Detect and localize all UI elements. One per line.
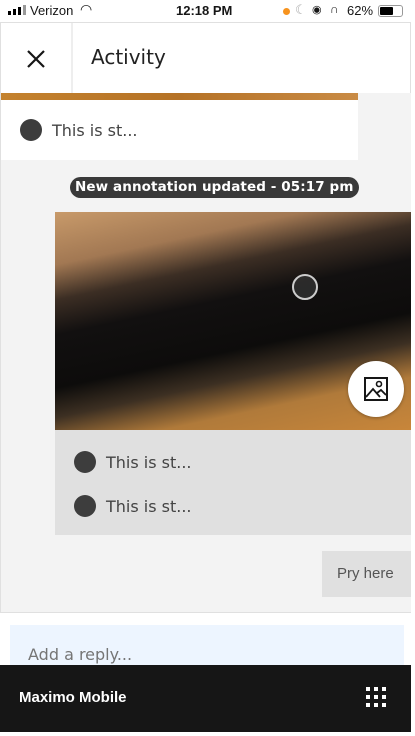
previous-image-strip: [1, 93, 358, 100]
marker-dot-icon: [74, 451, 96, 473]
annotation-list: This is st... This is st...: [55, 430, 411, 535]
annotation-item[interactable]: This is st...: [74, 495, 192, 517]
signal-icon: [8, 5, 26, 15]
reply-area: [0, 612, 411, 670]
previous-annotation-card: This is st...: [1, 100, 358, 160]
annotation-text: This is st...: [52, 120, 138, 140]
annotation-marker[interactable]: [292, 274, 318, 300]
bottom-bar: Maximo Mobile: [0, 665, 411, 732]
rotation-lock-icon: ◉: [312, 4, 322, 16]
app-switcher-grid-icon[interactable]: [366, 687, 386, 707]
close-button[interactable]: [1, 23, 73, 94]
annotation-text: This is st...: [106, 452, 192, 472]
app-name: Maximo Mobile: [19, 689, 127, 706]
image-icon: [364, 377, 388, 401]
moon-icon: ☾: [295, 2, 307, 17]
activity-feed[interactable]: This is st... New annotation updated - 0…: [0, 93, 411, 612]
page-title: Activity: [91, 45, 166, 69]
annotation-item[interactable]: This is st...: [20, 119, 138, 141]
annotation-photo[interactable]: [55, 212, 411, 430]
mic-indicator-icon: [283, 8, 290, 15]
view-image-button[interactable]: [348, 361, 404, 417]
battery-icon: [378, 5, 403, 17]
timestamp-badge: New annotation updated - 05:17 pm: [70, 177, 359, 198]
annotation-item[interactable]: This is st...: [74, 451, 192, 473]
reply-input[interactable]: [10, 625, 404, 670]
battery-percent: 62%: [347, 3, 374, 18]
annotation-text: This is st...: [106, 496, 192, 516]
wifi-icon: ◠: [80, 1, 93, 17]
headphones-icon: ∩: [330, 2, 339, 16]
clock: 12:18 PM: [176, 3, 233, 18]
reply-bubble[interactable]: Pry here: [322, 551, 411, 597]
marker-dot-icon: [74, 495, 96, 517]
marker-dot-icon: [20, 119, 42, 141]
status-bar: Verizon ◠ 12:18 PM ☾ ◉ ∩ 62%: [0, 0, 415, 22]
header: Activity: [0, 22, 411, 94]
close-icon: [27, 49, 45, 68]
carrier: Verizon: [30, 3, 74, 18]
